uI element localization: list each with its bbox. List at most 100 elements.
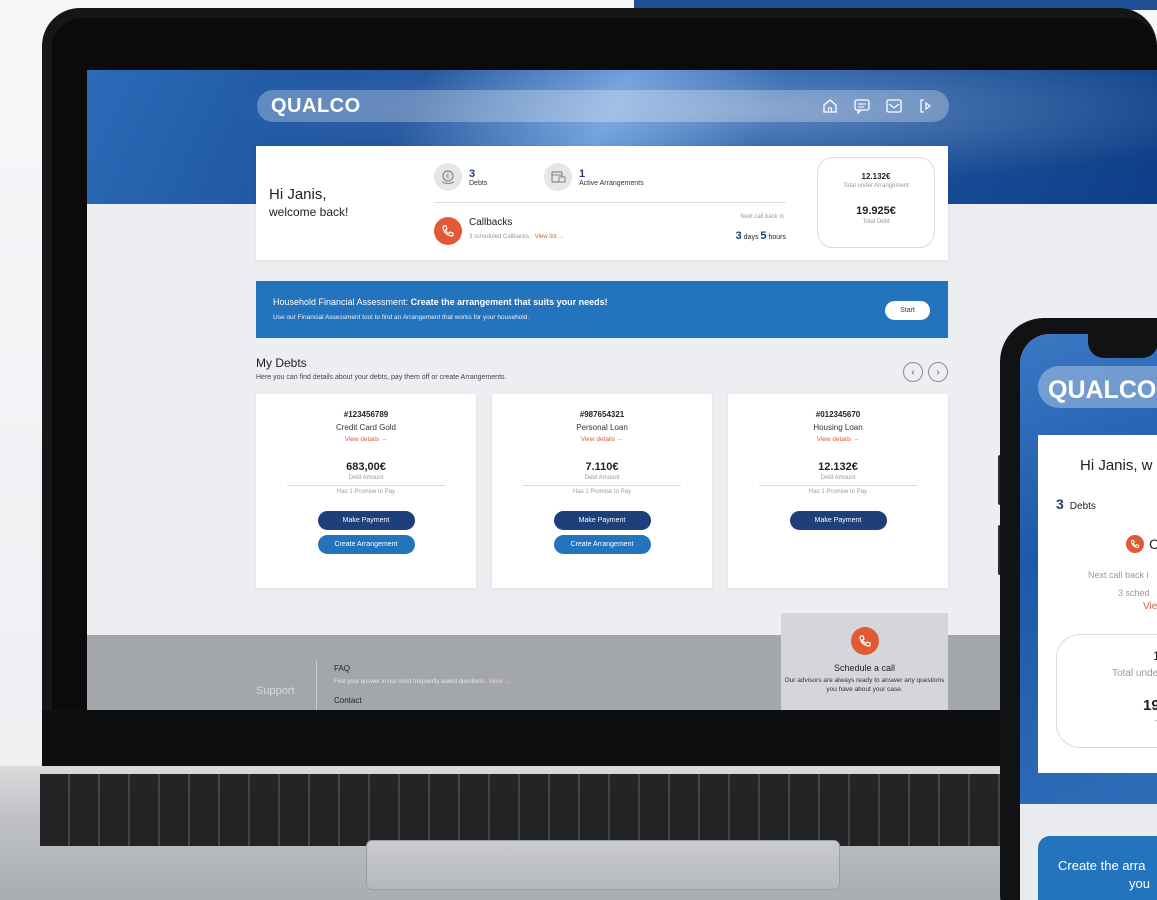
banner-title-prefix: Household Financial Assessment: xyxy=(273,297,409,307)
totals-box: 12.132€ Total under Arrangement 19.925€ … xyxy=(817,157,935,248)
phone-icon xyxy=(434,217,462,245)
debt-id: #123456789 xyxy=(343,410,389,419)
create-arrangement-button[interactable]: Create Arrangement xyxy=(553,535,651,554)
faq-link[interactable]: FAQ xyxy=(334,664,350,673)
countdown-hours: 5 xyxy=(760,230,767,242)
phone-debts-stat[interactable]: 3 Debts xyxy=(1056,496,1096,512)
contact-link[interactable]: Contact xyxy=(334,696,362,705)
phone-view-link[interactable]: Vie xyxy=(1143,601,1157,612)
footer: Support FAQ Find your answer in our most… xyxy=(87,635,1157,710)
financial-assessment-banner: Household Financial Assessment: Create t… xyxy=(256,281,948,338)
view-details-link[interactable]: View details → xyxy=(492,436,712,443)
total-arrangement-label: Total under Arrangement xyxy=(843,183,909,189)
phone-greeting: Hi Janis, w xyxy=(1080,457,1153,474)
phone-assessment-banner[interactable]: Create the arra you xyxy=(1038,836,1157,900)
arrangements-label: Active Arrangements xyxy=(579,179,644,187)
nav-icon-group xyxy=(821,97,935,115)
debt-amount: 12.132€ xyxy=(818,461,858,473)
arrangements-stat[interactable]: 1 Active Arrangements xyxy=(544,163,644,191)
debts-count: 3 xyxy=(469,167,476,180)
banner-subtitle: Use our Financial Assessment tool to fin… xyxy=(273,314,530,321)
make-payment-button[interactable]: Make Payment xyxy=(789,511,887,530)
make-payment-button[interactable]: Make Payment xyxy=(553,511,651,530)
svg-text:€: € xyxy=(446,174,450,181)
total-debt-value: 19.925€ xyxy=(856,205,896,217)
phone-total-arrangement: 12 xyxy=(1153,649,1157,663)
greeting-message: welcome back! xyxy=(269,205,349,219)
debt-amount-label: Debt Amount xyxy=(584,475,620,481)
total-arrangement-value: 12.132€ xyxy=(861,172,891,181)
phone-scheduled-callbacks: 3 sched xyxy=(1118,588,1150,598)
phone-debts-count: 3 xyxy=(1056,496,1064,512)
stats-divider xyxy=(434,202,786,203)
promise-to-pay: Has 1 Promise to Pay xyxy=(808,489,868,495)
laptop-screen: QUALCO Hi Janis, welcome back! € 3 Debts… xyxy=(87,70,1157,710)
laptop-bezel-bottom xyxy=(42,710,1157,772)
create-arrangement-button[interactable]: Create Arrangement xyxy=(317,535,415,554)
card-divider xyxy=(287,485,445,486)
debt-amount: 683,00€ xyxy=(346,461,386,473)
phone-qualco-logo[interactable]: QUALCO xyxy=(1048,376,1156,405)
chat-icon[interactable] xyxy=(853,97,871,115)
faq-description: Find your answer in our most frequently … xyxy=(334,679,510,685)
schedule-call-subtitle: Our advisors are always ready to answer … xyxy=(784,677,945,693)
mail-icon[interactable] xyxy=(885,97,903,115)
total-debt-label: Total Debt xyxy=(862,219,890,225)
debts-stat-text: 3 Debts xyxy=(469,168,487,187)
countdown-days-unit: days xyxy=(743,234,759,241)
footer-divider xyxy=(316,660,317,710)
greeting-name: Hi Janis, xyxy=(269,186,327,203)
debt-id: #012345670 xyxy=(815,410,861,419)
debt-card: #012345670 Housing Loan View details → 1… xyxy=(728,394,948,588)
phone-callbacks-title: C xyxy=(1149,536,1157,552)
home-icon[interactable] xyxy=(821,97,839,115)
phone-banner-line1: Create the arra xyxy=(1058,858,1146,873)
arrangements-stat-text: 1 Active Arrangements xyxy=(579,168,644,187)
calendar-money-icon xyxy=(544,163,572,191)
phone-debts-label: Debts xyxy=(1069,501,1096,512)
callbacks-count-text: 3 scheduled Callbacks. xyxy=(469,234,531,240)
debts-label: Debts xyxy=(469,179,488,187)
banner-title-bold: Create the arrangement that suits your n… xyxy=(410,297,608,307)
countdown-days: 3 xyxy=(735,230,742,242)
debt-name: Personal Loan xyxy=(576,423,628,432)
faq-more-link[interactable]: More → xyxy=(489,679,510,685)
phone-total-arrangement-label: Total unde xyxy=(1112,668,1157,679)
phone-totals-box: 12 Total unde 19 To xyxy=(1056,634,1157,748)
promise-to-pay: Has 1 Promise to Pay xyxy=(572,489,632,495)
schedule-call-card[interactable]: Schedule a call Our advisors are always … xyxy=(781,613,948,710)
debts-stat[interactable]: € 3 Debts xyxy=(434,163,487,191)
welcome-summary-card: Hi Janis, welcome back! € 3 Debts 1 Acti… xyxy=(256,146,948,260)
phone-banner-line2: you xyxy=(1129,876,1150,891)
qualco-logo[interactable]: QUALCO xyxy=(271,95,361,118)
debt-card: #123456789 Credit Card Gold View details… xyxy=(256,394,476,588)
carousel-prev-button[interactable]: ‹ xyxy=(903,362,923,382)
support-heading: Support xyxy=(256,685,295,697)
view-details-link[interactable]: View details → xyxy=(256,436,476,443)
card-divider xyxy=(759,485,917,486)
arrangements-count: 1 xyxy=(579,167,586,180)
view-details-link[interactable]: View details → xyxy=(728,436,948,443)
debt-amount: 7.110€ xyxy=(585,461,619,473)
phone-notch xyxy=(1088,318,1157,358)
phone-screen: QUALCO Hi Janis, w 3 Debts C Next call ba… xyxy=(1020,334,1157,900)
make-payment-button[interactable]: Make Payment xyxy=(317,511,415,530)
debt-amount-label: Debt Amount xyxy=(820,475,856,481)
marketing-mockup: QUALCO Hi Janis, welcome back! € 3 Debts… xyxy=(0,0,1157,900)
laptop-keyboard xyxy=(40,774,1157,846)
start-button[interactable]: Start xyxy=(885,301,930,320)
callbacks-subtitle: 3 scheduled Callbacks. View list → xyxy=(469,234,564,240)
view-list-link[interactable]: View list → xyxy=(535,234,565,240)
promise-to-pay: Has 1 Promise to Pay xyxy=(336,489,396,495)
carousel-next-button[interactable]: › xyxy=(928,362,948,382)
debt-name: Housing Loan xyxy=(813,423,863,432)
laptop-trackpad xyxy=(366,840,840,890)
callbacks-title: Callbacks xyxy=(469,217,513,228)
logout-icon[interactable] xyxy=(917,97,935,115)
phone-total-debt: 19 xyxy=(1143,697,1157,714)
faq-subtitle: Find your answer in our most frequently … xyxy=(334,679,487,685)
phone-icon xyxy=(850,627,879,655)
debt-amount-label: Debt Amount xyxy=(348,475,384,481)
debt-id: #987654321 xyxy=(579,410,625,419)
card-divider xyxy=(523,485,681,486)
